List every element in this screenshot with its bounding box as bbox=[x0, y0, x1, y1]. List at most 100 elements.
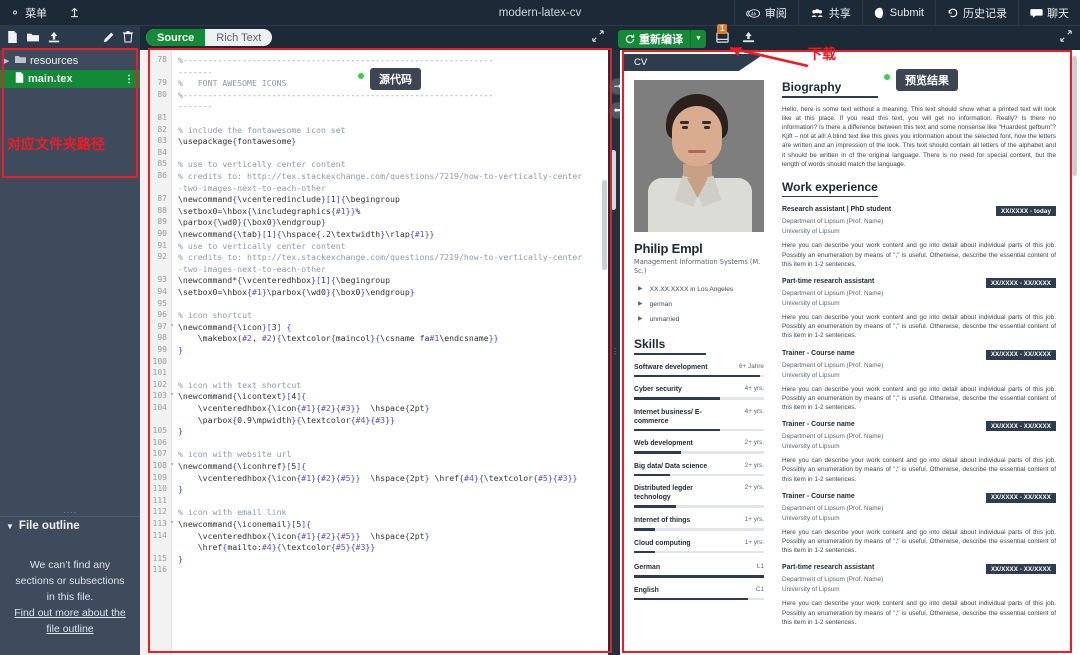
cv-skill-name: Internet business/ E-commerce bbox=[634, 408, 702, 425]
cv-skill-level: 6+ Jahre bbox=[738, 362, 764, 370]
recompile-button[interactable]: 重新编译 bbox=[618, 29, 690, 48]
code-line[interactable]: \usepackage{fontawesome} bbox=[178, 136, 296, 148]
cv-languages-list: German L1 English C1 bbox=[634, 563, 764, 601]
code-line[interactable]: \makebox(#2, #2){\textcolor{maincol}{\cs… bbox=[178, 333, 499, 345]
code-line[interactable]: \parbox{0.9\mpwidth}{\textcolor{#4}{#3}} bbox=[178, 415, 395, 427]
code-line[interactable]: -two-images-next-to-each-other bbox=[178, 183, 326, 195]
line-number: 111 bbox=[152, 495, 167, 505]
code-line[interactable]: ------- bbox=[178, 101, 213, 113]
cv-skill-name: English bbox=[634, 586, 659, 594]
top-bar: ⚬ 菜单 modern-latex-cv Ab 审阅 共享 Submit 历史记… bbox=[0, 0, 1080, 26]
chevron-right-icon[interactable]: ▶ bbox=[4, 57, 11, 65]
cv-work-university: University of Lipsum bbox=[782, 228, 840, 236]
rename-pencil-icon[interactable] bbox=[103, 32, 114, 45]
code-line[interactable]: %---------------------------------------… bbox=[178, 55, 493, 67]
cv-work-description: Here you can describe your work content … bbox=[782, 528, 1056, 555]
cv-skills-rule bbox=[634, 353, 706, 355]
review-button[interactable]: Ab 审阅 bbox=[733, 0, 798, 26]
menu-label: 菜单 bbox=[25, 7, 48, 20]
code-line[interactable]: \href{mailto:#4}{\textcolor{#5}{#3}} bbox=[178, 542, 376, 554]
line-number: 103 bbox=[140, 391, 174, 400]
code-line[interactable]: \vcenteredhbox{\icon{#1}{#2}{#5}} \hspac… bbox=[178, 473, 578, 485]
new-file-icon[interactable] bbox=[7, 31, 18, 45]
code-line[interactable]: % credits to: http://tex.stackexchange.c… bbox=[178, 252, 582, 264]
new-folder-icon[interactable] bbox=[27, 32, 39, 45]
line-number: 113 bbox=[140, 519, 174, 528]
code-line[interactable]: ------- bbox=[178, 67, 213, 79]
file-tree-item-resources[interactable]: ▶ resources bbox=[0, 52, 140, 70]
code-line[interactable]: % icon with email link bbox=[178, 507, 286, 519]
code-editor[interactable]: 78 79 80 81 82 83 84 85 86 87 88 89 90 91 92 93 94 95 96 97… bbox=[140, 50, 608, 655]
cv-skill-level: 2+ yrs. bbox=[744, 461, 764, 469]
code-text-area[interactable]: %---------------------------------------… bbox=[172, 50, 608, 655]
pdf-scrollbar[interactable] bbox=[1072, 56, 1077, 176]
pdf-preview-pane[interactable]: CV Philip Empl Management Information Sy… bbox=[620, 50, 1080, 655]
code-line[interactable]: } bbox=[178, 554, 183, 566]
code-line[interactable]: % include the fontawesome icon set bbox=[178, 125, 346, 137]
code-line[interactable]: } bbox=[178, 484, 183, 496]
code-line[interactable]: % use to vertically center content bbox=[178, 159, 346, 171]
cv-skills-heading: Skills bbox=[634, 337, 666, 351]
menu-button[interactable]: ⚬ 菜单 bbox=[0, 0, 57, 26]
code-line[interactable]: % icon with website url bbox=[178, 449, 291, 461]
code-line[interactable]: \newcommand{\icon}[3] { bbox=[178, 322, 291, 334]
cv-skill-name: Cyber security bbox=[634, 386, 682, 394]
editor-fullscreen-button[interactable] bbox=[592, 30, 604, 45]
code-line[interactable]: } bbox=[178, 426, 183, 438]
bullet-triangle-icon: ▶ bbox=[638, 316, 643, 322]
tab-source[interactable]: Source bbox=[146, 29, 206, 46]
file-tree-item-main-tex[interactable]: main.tex ⋮ bbox=[0, 70, 140, 88]
code-line[interactable]: \newcommand{\tab}[1]{\hspace{.2\textwidt… bbox=[178, 229, 434, 241]
cv-skill-bar-track bbox=[634, 597, 764, 601]
cv-skill-level: 4+ yrs. bbox=[744, 385, 764, 393]
splitter-drag-handle[interactable]: ⋮ bbox=[611, 348, 619, 362]
cv-right-column: Biography Hello, here is some text witho… bbox=[774, 71, 1066, 655]
cv-skill-bar-fill bbox=[634, 550, 655, 554]
cv-skill-bar-fill bbox=[634, 397, 720, 400]
sidebar-resize-handle[interactable]: ∙∙∙∙ bbox=[0, 507, 140, 517]
pdf-fullscreen-button[interactable] bbox=[1060, 30, 1072, 45]
history-button[interactable]: 历史记录 bbox=[935, 0, 1018, 26]
code-line[interactable]: \setbox0=\hbox{#1}\parbox{\wd0}{\box0}\e… bbox=[178, 287, 415, 299]
chat-button[interactable]: 聊天 bbox=[1018, 0, 1080, 26]
cv-skill-level: L1 bbox=[756, 563, 764, 571]
code-line[interactable]: % FONT AWESOME ICONS bbox=[178, 78, 286, 90]
line-number: 88 bbox=[157, 205, 167, 215]
cv-skill-level: 1+ yrs. bbox=[744, 538, 764, 546]
outline-help-link-1[interactable]: Find out more about the bbox=[14, 607, 126, 619]
pane-splitter[interactable]: ➞ ⬅ ⋮ bbox=[608, 50, 626, 655]
file-outline-header[interactable]: ▼ File outline bbox=[0, 516, 140, 535]
cv-work-date-badge: XX/XXXX - XX/XXXX bbox=[985, 278, 1056, 289]
file-menu-icon[interactable]: ⋮ bbox=[124, 74, 140, 85]
code-line[interactable]: \newcommand{\iconemail}[5]{ bbox=[178, 519, 311, 531]
delete-trash-icon[interactable] bbox=[123, 31, 140, 45]
editor-mode-switch[interactable]: Source Rich Text bbox=[146, 29, 273, 46]
editor-scrollbar[interactable] bbox=[602, 180, 607, 270]
chat-label: 聊天 bbox=[1047, 8, 1069, 20]
code-line[interactable]: \setbox0=\hbox{\includegraphics{#1}}% bbox=[178, 206, 360, 218]
code-line[interactable]: \newcommand{\vcenteredinclude}[1]{\begin… bbox=[178, 194, 400, 206]
code-line[interactable]: \parbox{\wd0}{\box0}\endgroup} bbox=[178, 217, 326, 229]
code-line[interactable]: \newcommand{\iconhref}[5]{ bbox=[178, 461, 306, 473]
cv-work-item: Trainer - Course name XX/XXXX - XX/XXXX De… bbox=[782, 421, 1056, 484]
line-number: 98 bbox=[157, 333, 167, 343]
cv-work-description: Here you can describe your work content … bbox=[782, 242, 1056, 268]
code-line[interactable]: % icon with text shortcut bbox=[178, 380, 301, 392]
code-line[interactable]: % credits to: http://tex.stackexchange.c… bbox=[178, 171, 582, 183]
code-line[interactable]: % use to vertically center content bbox=[178, 241, 346, 253]
submit-button[interactable]: Submit bbox=[861, 0, 935, 26]
code-line[interactable]: \vcenteredhbox{\icon{#1}{#2}{#3}} \hspac… bbox=[178, 403, 430, 415]
code-line[interactable]: \newcommand{\icontext}[4]{ bbox=[178, 391, 306, 403]
code-line[interactable]: } bbox=[178, 345, 183, 357]
code-line[interactable]: %---------------------------------------… bbox=[178, 90, 493, 102]
code-line[interactable]: \newcommand*{\vcenteredhbox}[1]{\begingr… bbox=[178, 275, 390, 287]
code-line[interactable]: \vcenteredhbox{\icon{#1}{#2}{#5}} \hspac… bbox=[178, 531, 430, 543]
back-to-projects-button[interactable] bbox=[57, 0, 92, 26]
code-line[interactable]: -two-images-next-to-each-other bbox=[178, 264, 326, 276]
upload-icon[interactable] bbox=[48, 31, 60, 45]
outline-help-link-2[interactable]: file outline bbox=[46, 623, 93, 635]
share-button[interactable]: 共享 bbox=[797, 0, 862, 26]
code-line[interactable]: % icon shortcut bbox=[178, 310, 252, 322]
line-number: 101 bbox=[152, 368, 167, 378]
tab-rich-text[interactable]: Rich Text bbox=[205, 29, 272, 46]
